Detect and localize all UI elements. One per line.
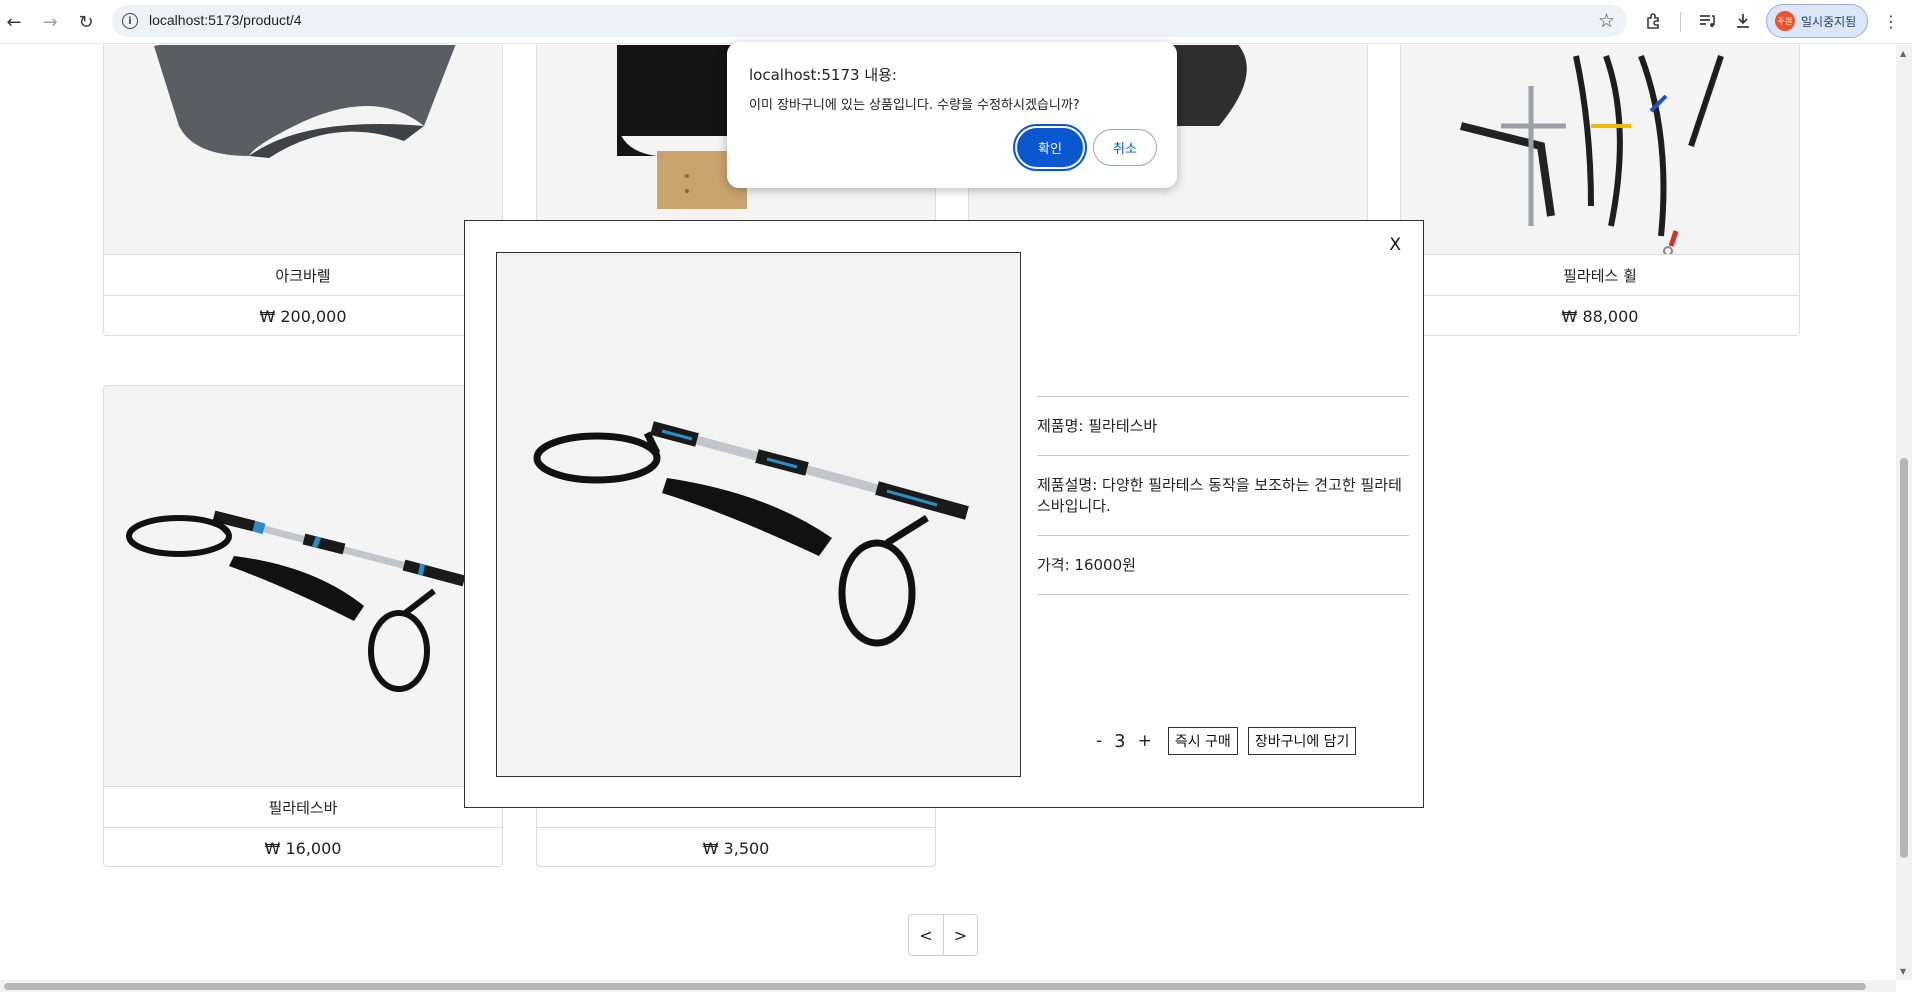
product-description-row: 제품설명: 다양한 필라테스 동작을 보조하는 견고한 필라테스바입니다.: [1037, 455, 1409, 535]
dialog-ok-button[interactable]: 확인: [1017, 128, 1083, 167]
bookmark-star-icon[interactable]: ☆: [1598, 10, 1615, 32]
arc-barrel-image: [154, 45, 456, 158]
product-card[interactable]: 아크바렐 ₩ 200,000: [103, 45, 503, 336]
reload-icon[interactable]: ↻: [74, 10, 98, 34]
product-name: 아크바렐: [104, 254, 502, 295]
modal-close-button[interactable]: X: [1389, 235, 1401, 255]
product-card[interactable]: 필라테스바 ₩ 16,000: [103, 385, 503, 867]
product-price: ₩ 3,500: [537, 827, 935, 866]
avatar: 주원: [1775, 11, 1795, 31]
pilates-bar-image: [126, 510, 466, 692]
modal-actions: - 3 + 즉시 구매 장바구니에 담기: [1090, 727, 1357, 755]
toolbar-divider: [1680, 12, 1681, 32]
address-bar[interactable]: i localhost:5173/product/4 ☆: [112, 5, 1627, 37]
url-text[interactable]: localhost:5173/product/4: [149, 12, 302, 28]
profile-button[interactable]: 주원 일시중지됨: [1766, 4, 1868, 38]
scroll-down-arrow-icon[interactable]: ▼: [1900, 967, 1906, 976]
product-card[interactable]: 필라테스 휠 ₩ 88,000: [1400, 45, 1800, 336]
product-name: 필라테스 휠: [1401, 254, 1799, 295]
buy-now-button[interactable]: 즉시 구매: [1167, 727, 1238, 755]
scroll-up-arrow-icon[interactable]: ▲: [1900, 49, 1906, 58]
product-price: ₩ 16,000: [104, 827, 502, 866]
product-name: 필라테스바: [104, 786, 502, 827]
product-name-row: 제품명: 필라테스바: [1037, 396, 1409, 455]
browser-toolbar: ← → ↻ i localhost:5173/product/4 ☆ 주원 일시…: [0, 0, 1912, 44]
dialog-message: 이미 장바구니에 있는 상품입니다. 수량을 수정하시겠습니까?: [749, 98, 1080, 113]
add-to-cart-button[interactable]: 장바구니에 담기: [1247, 727, 1357, 755]
horizontal-scroll-thumb[interactable]: [4, 983, 1866, 990]
horizontal-scrollbar[interactable]: [0, 980, 1896, 992]
next-page-button[interactable]: >: [943, 915, 977, 955]
product-image[interactable]: [104, 386, 502, 786]
vertical-scroll-thumb[interactable]: [1900, 458, 1908, 858]
quantity-decrease-button[interactable]: -: [1090, 731, 1108, 751]
pilates-wheel-straps-image: [1460, 54, 1724, 254]
confirm-dialog: localhost:5173 내용: 이미 장바구니에 있는 상품입니다. 수량…: [727, 42, 1177, 188]
product-image[interactable]: [1401, 45, 1799, 254]
extensions-icon[interactable]: [1643, 10, 1665, 32]
dialog-title: localhost:5173 내용:: [749, 66, 897, 84]
quantity-increase-button[interactable]: +: [1132, 731, 1158, 751]
vertical-scrollbar[interactable]: ▲ ▼: [1896, 45, 1912, 980]
product-price: ₩ 88,000: [1401, 295, 1799, 335]
product-detail-modal: X 제품명: 필라테스바 제품설명: 다양한 필라테스 동작을 보조하는 견고한…: [464, 220, 1424, 808]
kebab-menu-icon[interactable]: ⋮: [1880, 10, 1902, 32]
prev-page-button[interactable]: <: [909, 915, 943, 955]
pagination: < >: [908, 914, 978, 956]
dialog-cancel-button[interactable]: 취소: [1093, 129, 1157, 166]
product-price-row: 가격: 16000원: [1037, 535, 1409, 595]
modal-product-image: [496, 252, 1021, 777]
quantity-value: 3: [1114, 730, 1126, 752]
site-info-icon[interactable]: i: [122, 13, 138, 29]
media-control-icon[interactable]: [1696, 10, 1718, 32]
modal-product-info: 제품명: 필라테스바 제품설명: 다양한 필라테스 동작을 보조하는 견고한 필…: [1037, 396, 1409, 595]
product-price: ₩ 200,000: [104, 295, 502, 335]
product-image[interactable]: [104, 45, 502, 254]
download-icon[interactable]: [1732, 10, 1754, 32]
pilates-bar-image: [533, 421, 969, 647]
back-icon[interactable]: ←: [2, 10, 26, 34]
profile-status-label: 일시중지됨: [1801, 14, 1857, 29]
forward-icon[interactable]: →: [38, 10, 62, 34]
